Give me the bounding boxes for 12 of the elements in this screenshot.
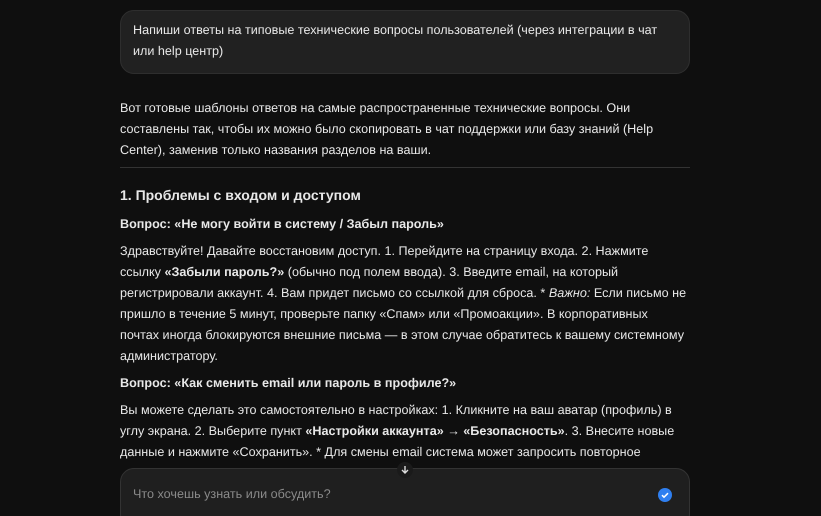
question-heading: Вопрос: «Не могу войти в систему / Забыл пароль»	[120, 216, 445, 233]
question-heading: Вопрос: «Как сменить email или пароль в профиле?»	[120, 375, 458, 392]
check-icon[interactable]	[658, 488, 672, 502]
chat-composer[interactable]: Что хочешь узнать или обсудить?	[120, 468, 690, 516]
section-heading: 1. Проблемы с входом и доступом	[120, 186, 362, 205]
scroll-down-button[interactable]	[397, 462, 413, 478]
answer-paragraph: Вы можете сделать это самостоятельно в настройках: 1. Кликните на ваш аватар (профиль) в углу экрана. 2. Выберите пункт «Настройки аккаунта» → «Безопасность». 3. Внесите новые данные и нажмите «Сохранить». * Для смены email система может запросить повторное	[120, 402, 676, 461]
message-input[interactable]: Что хочешь узнать или обсудить?	[133, 484, 658, 504]
answer-paragraph: Здравствуйте! Давайте восстановим доступ. 1. Перейдите на страницу входа. 2. Нажмите ссылку «Забыли пароль?» (обычно под полем ввода). 3. Введите email, на который регистрировали аккаунт. 4. Вам придет письмо со ссылкой для сброса. *Важно: Если письмо не пришло в течение 5 минут, проверьте папку «Спам» или «Промоакции». В корпоративных почтах иногда блокируются внешние письма — в этом случае обратитесь к вашему системному администратору.	[120, 243, 688, 365]
arrow-down-icon	[400, 465, 410, 475]
response-paragraph: Вот готовые шаблоны ответов на самые распространенные технические вопросы. Они составлены так, чтобы их можно было скопировать в чат поддержки или базу знаний (Help Center), заменив только названия разделов на ваши.	[120, 100, 654, 159]
user-message: Напиши ответы на типовые технические вопросы пользователей (через интеграции в чат или help центр)	[120, 10, 690, 74]
